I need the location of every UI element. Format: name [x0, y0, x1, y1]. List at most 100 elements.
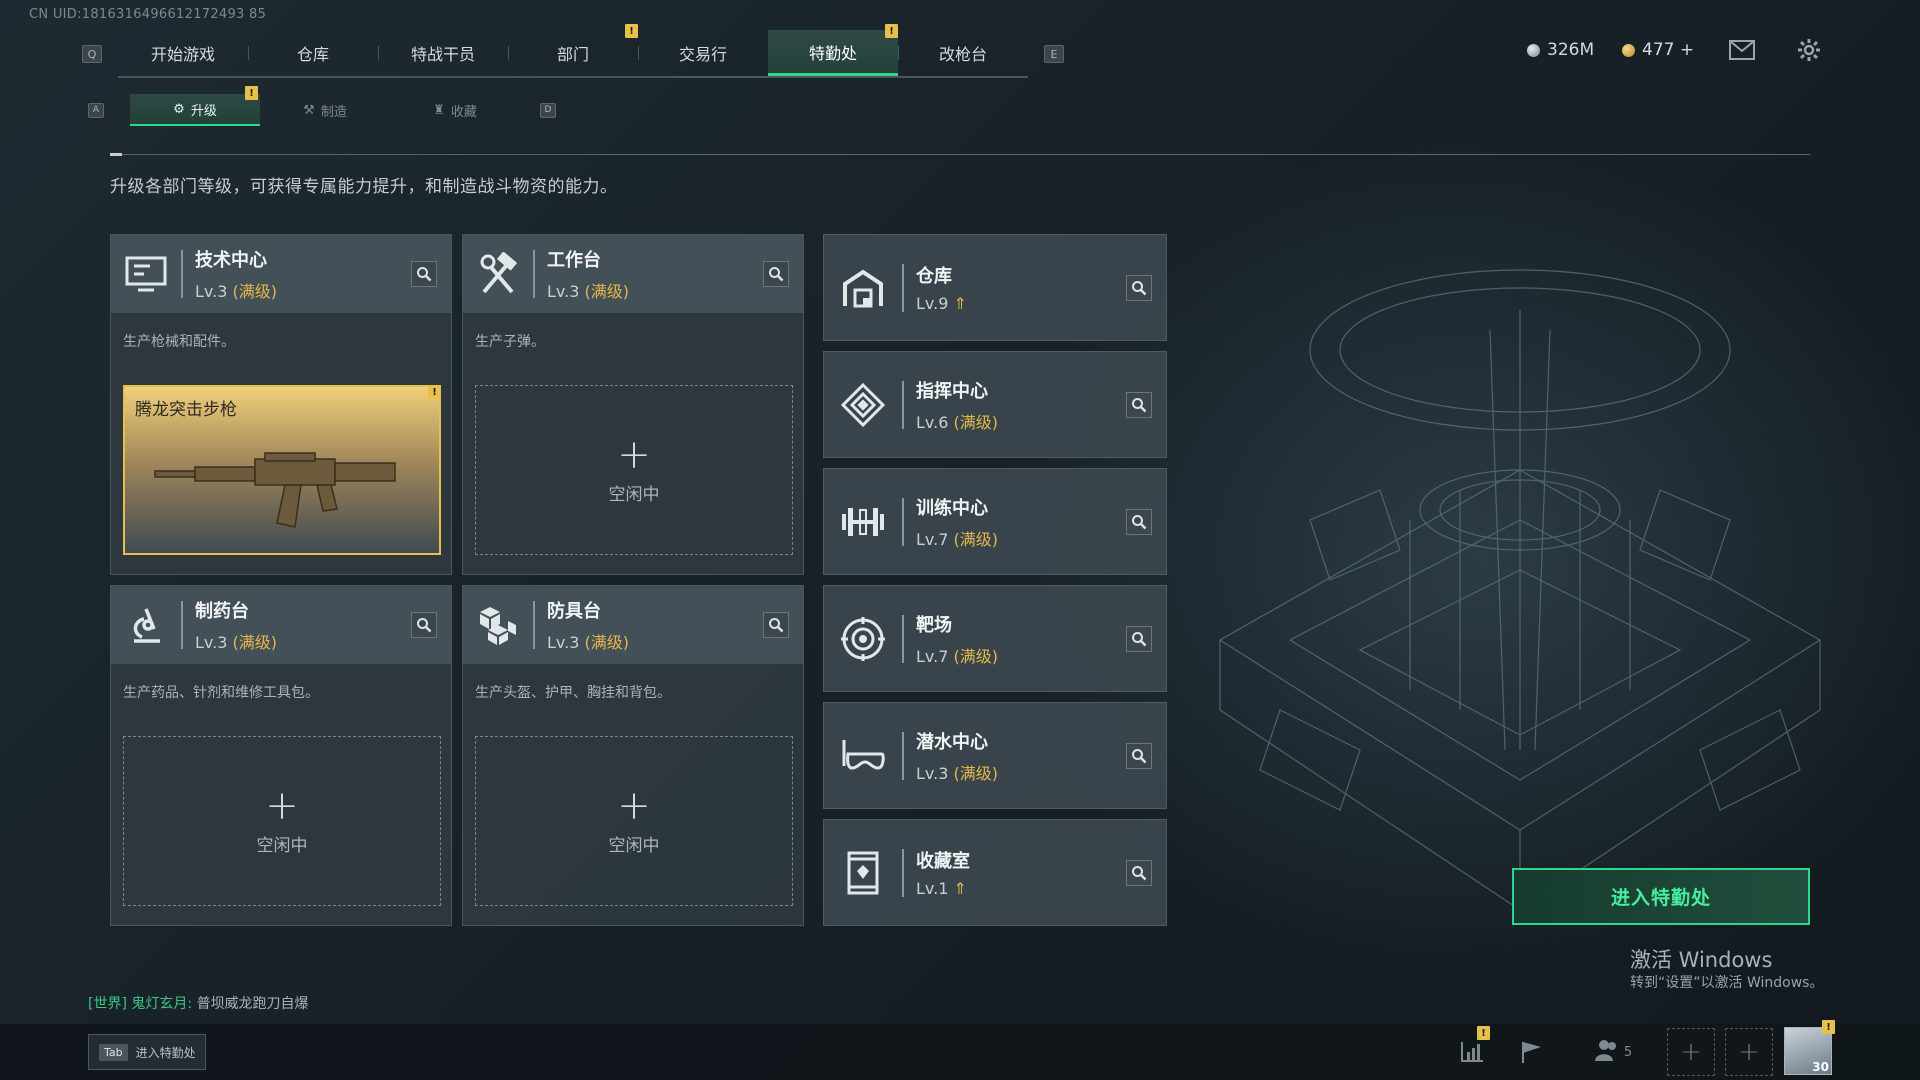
- facility-name: 工作台: [547, 250, 601, 271]
- craft-icon: ⚒: [303, 102, 315, 118]
- command-diamond-icon: [824, 351, 902, 458]
- search-icon[interactable]: [411, 612, 437, 638]
- tab-label: 仓库: [296, 45, 329, 64]
- avatar[interactable]: 30 !: [1784, 1020, 1835, 1075]
- add-squad-slot-button[interactable]: +: [1667, 1028, 1715, 1076]
- crafting-slot-empty[interactable]: + 空闲中: [475, 385, 793, 555]
- tab-special-ops[interactable]: 特勤处!: [768, 24, 898, 76]
- top-nav-tabs: 开始游戏 仓库 特战干员 部门! 交易行 特勤处! 改枪台: [118, 24, 1028, 78]
- department-card-collection-room[interactable]: 收藏室 Lv.1 ⇑: [823, 819, 1167, 926]
- plus-icon: +: [617, 782, 651, 829]
- department-card-shooting-range[interactable]: 靶场 Lv.7 (满级): [823, 585, 1167, 692]
- subtab-upgrade[interactable]: ⚙ 升级 !: [130, 86, 260, 126]
- notification-badge: !: [1477, 1026, 1490, 1040]
- upgrade-arrow-icon: ⇑: [953, 294, 967, 313]
- facility-description: 生产枪械和配件。: [123, 334, 235, 350]
- department-name: 训练中心: [916, 497, 988, 519]
- tab-warehouse[interactable]: 仓库: [248, 30, 378, 76]
- search-icon[interactable]: [1126, 743, 1152, 769]
- subtab-collection[interactable]: ♜ 收藏: [390, 94, 520, 126]
- crafting-slot-item[interactable]: 腾龙突击步枪 !: [123, 385, 441, 555]
- search-icon[interactable]: [411, 261, 437, 287]
- plus-icon: +: [265, 782, 299, 829]
- search-icon[interactable]: [763, 261, 789, 287]
- card-header: 防具台 Lv.3 (满级): [463, 586, 803, 664]
- flag-icon[interactable]: [1514, 1034, 1550, 1070]
- department-card-warehouse[interactable]: 仓库 Lv.9 ⇑: [823, 234, 1167, 341]
- friends-button[interactable]: 5: [1588, 1034, 1638, 1070]
- monitor-icon: [111, 235, 181, 313]
- tab-start-game[interactable]: 开始游戏: [118, 30, 248, 76]
- nav-key-right[interactable]: E: [1044, 45, 1064, 63]
- tab-operators[interactable]: 特战干员: [378, 30, 508, 76]
- maxed-label: (满级): [232, 282, 278, 301]
- search-icon[interactable]: [1126, 509, 1152, 535]
- subtab-label: 收藏: [450, 104, 477, 120]
- tab-key: Tab: [99, 1043, 128, 1061]
- facility-level: Lv.3: [195, 633, 228, 652]
- search-icon[interactable]: [1126, 275, 1152, 301]
- crafting-slot-empty[interactable]: + 空闲中: [475, 736, 793, 906]
- slot-status: 空闲中: [608, 484, 660, 505]
- department-level: Lv.6: [916, 412, 949, 432]
- search-icon[interactable]: [1126, 860, 1152, 886]
- currency-primary-value: 326M: [1547, 40, 1595, 60]
- facility-level: Lv.3: [195, 282, 228, 301]
- stats-chart-icon[interactable]: !: [1454, 1026, 1490, 1070]
- notification-badge: !: [885, 24, 898, 38]
- facility-level: Lv.3: [547, 633, 580, 652]
- department-card-training-center[interactable]: 训练中心 Lv.7 (满级): [823, 468, 1167, 575]
- tab-label: 开始游戏: [150, 45, 215, 64]
- card-header: 制药台 Lv.3 (满级): [111, 586, 451, 664]
- department-card-command-center[interactable]: 指挥中心 Lv.6 (满级): [823, 351, 1167, 458]
- tab-trading[interactable]: 交易行: [638, 30, 768, 76]
- plus-icon: +: [617, 431, 651, 478]
- tab-gunsmith[interactable]: 改枪台: [898, 30, 1028, 76]
- crafting-slot-empty[interactable]: + 空闲中: [123, 736, 441, 906]
- tab-hint-button[interactable]: Tab 进入特勤处: [88, 1034, 206, 1070]
- maxed-label: (满级): [584, 633, 630, 652]
- separator: [902, 731, 904, 780]
- enter-special-ops-button[interactable]: 进入特勤处: [1512, 868, 1810, 925]
- notification-badge: !: [625, 24, 638, 38]
- subtab-label: 制造: [320, 104, 347, 120]
- card-header: 技术中心 Lv.3 (满级): [111, 235, 451, 313]
- mail-icon[interactable]: [1728, 38, 1756, 62]
- subnav-key-right[interactable]: D: [540, 102, 556, 118]
- tab-label: 交易行: [678, 45, 727, 64]
- facility-card-armor-bench: 防具台 Lv.3 (满级) 生产头盔、护甲、胸挂和背包。 + 空闲中: [462, 585, 804, 926]
- search-icon[interactable]: [1126, 626, 1152, 652]
- tab-department[interactable]: 部门!: [508, 24, 638, 76]
- maxed-label: (满级): [953, 529, 999, 549]
- separator: [902, 380, 904, 429]
- dumbbell-icon: [824, 468, 902, 575]
- notification-badge: !: [245, 86, 258, 100]
- gold-coin-icon: [1622, 43, 1635, 57]
- department-level: Lv.9: [916, 294, 949, 313]
- nav-key-left[interactable]: Q: [82, 45, 102, 63]
- search-icon[interactable]: [1126, 392, 1152, 418]
- department-name: 指挥中心: [916, 380, 988, 402]
- department-name: 潜水中心: [916, 731, 988, 753]
- search-icon[interactable]: [763, 612, 789, 638]
- facility-description: 生产子弹。: [475, 334, 545, 350]
- target-icon: [824, 585, 902, 692]
- subnav-key-left[interactable]: A: [88, 102, 104, 118]
- gear-icon[interactable]: [1795, 38, 1823, 62]
- department-card-diving-center[interactable]: 潜水中心 Lv.3 (满级): [823, 702, 1167, 809]
- diving-mask-icon: [824, 702, 902, 809]
- department-name: 收藏室: [916, 851, 970, 872]
- currency-primary: 326M: [1527, 40, 1594, 60]
- currency-secondary[interactable]: 477 +: [1622, 40, 1694, 60]
- separator: [181, 601, 183, 649]
- department-level: Lv.3: [916, 763, 949, 783]
- separator: [533, 601, 535, 649]
- add-squad-slot-button[interactable]: +: [1725, 1028, 1773, 1076]
- chat-sender: 鬼灯玄月:: [131, 996, 193, 1012]
- silver-coin-icon: [1527, 43, 1540, 57]
- card-header: 工作台 Lv.3 (满级): [463, 235, 803, 313]
- slot-status: 空闲中: [256, 835, 308, 856]
- subtab-craft[interactable]: ⚒ 制造: [260, 94, 390, 126]
- trophy-icon: [824, 819, 902, 926]
- base-wireframe-illustration: [1218, 269, 1822, 911]
